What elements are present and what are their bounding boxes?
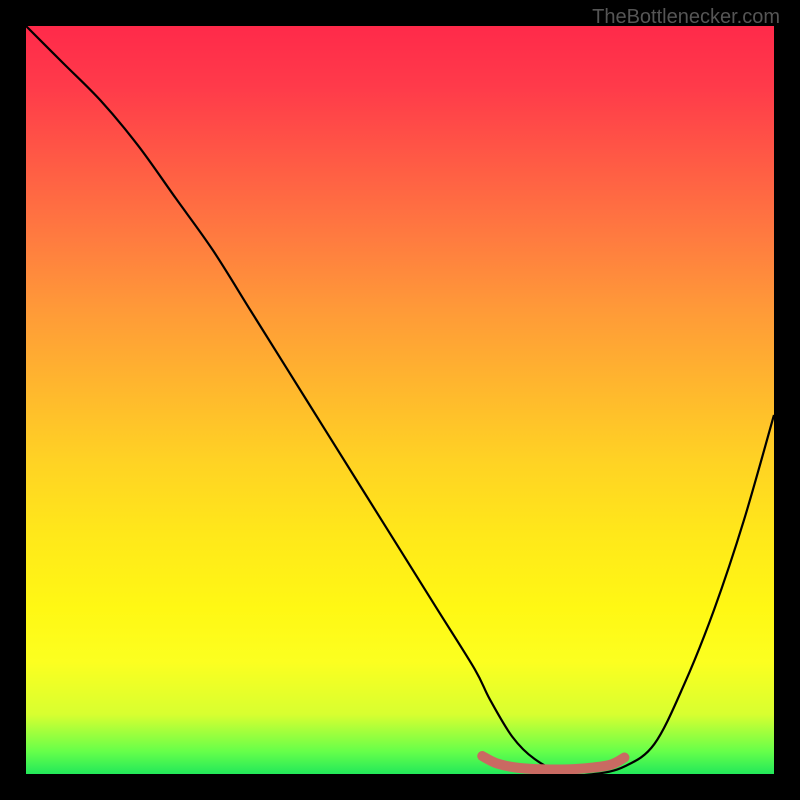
optimal-zone-curve (482, 756, 624, 770)
bottleneck-curve (26, 26, 774, 774)
chart-plot-area (26, 26, 774, 774)
chart-svg (26, 26, 774, 774)
attribution-text: TheBottlenecker.com (592, 6, 780, 29)
